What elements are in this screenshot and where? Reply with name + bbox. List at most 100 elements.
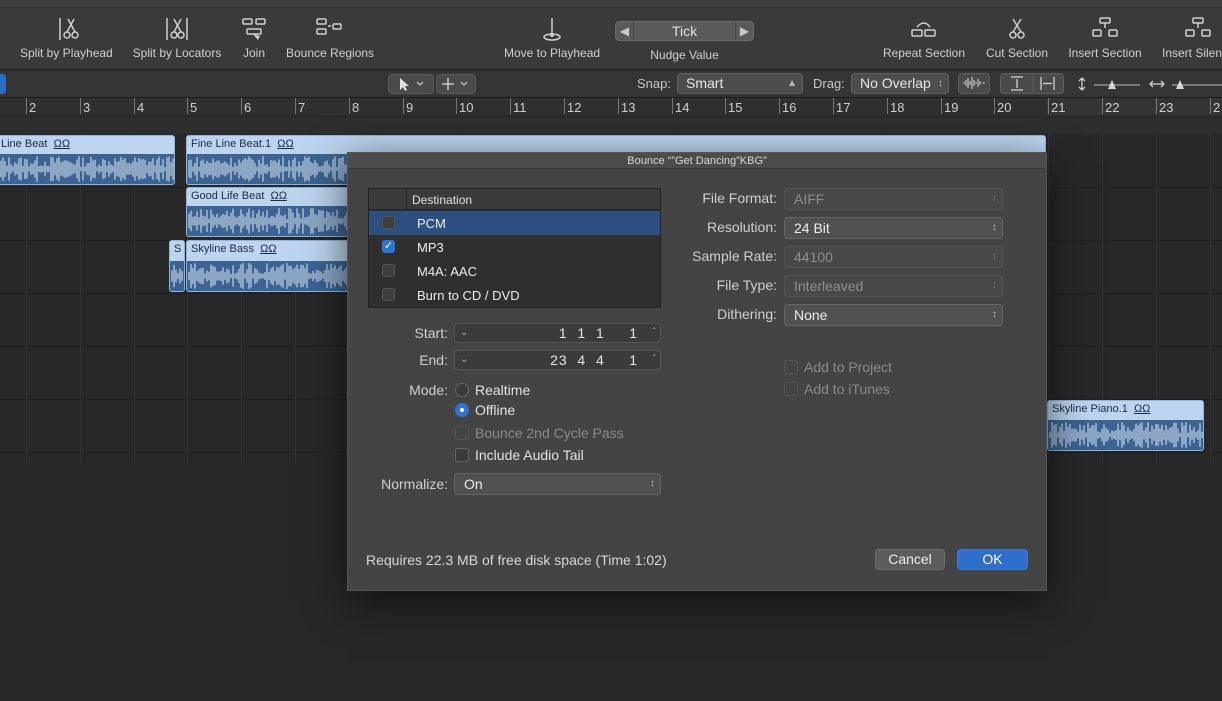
dithering-value: None	[794, 307, 828, 323]
destination-checkbox[interactable]	[382, 216, 395, 229]
chevron-up-icon[interactable]: ˆ	[653, 351, 656, 369]
zoom-fit-buttons[interactable]	[1000, 73, 1064, 94]
sample-rate-popup[interactable]: 44100 ↕	[784, 246, 1003, 268]
include-audio-tail-checkbox[interactable]	[455, 448, 469, 462]
destination-checkbox[interactable]	[382, 264, 395, 277]
destination-table: Destination PCM ✓ MP3 M4A: AAC Burn to C…	[368, 188, 661, 308]
destination-row-m4a[interactable]: M4A: AAC	[369, 259, 660, 283]
start-value: 1 1 1 1	[558, 325, 638, 341]
add-to-itunes-checkbox[interactable]	[784, 382, 798, 396]
region-good-life-beat[interactable]: Good Life Beat ΩΩ	[186, 187, 366, 237]
ruler-tick	[295, 98, 296, 114]
insert-section-icon	[1092, 17, 1118, 37]
ruler-tick	[80, 98, 81, 114]
drag-popup[interactable]: No Overlap ↕	[851, 73, 949, 94]
edit-bar-blue-tab[interactable]	[0, 74, 6, 94]
region-waveform	[1048, 420, 1203, 450]
move-to-playhead-icon	[542, 18, 561, 41]
add-to-project-checkbox[interactable]	[784, 360, 798, 374]
end-value: 23 4 4 1	[550, 352, 638, 368]
ok-button[interactable]: OK	[957, 549, 1028, 570]
file-type-value: Interleaved	[794, 278, 864, 294]
insert-section-button[interactable]: Insert Section	[1068, 16, 1142, 64]
cycle-area[interactable]	[1046, 98, 1222, 116]
normalize-popup[interactable]: On ↕	[454, 473, 661, 495]
nudge-value-label: Nudge Value	[650, 48, 719, 62]
waveform-zoom-button[interactable]	[958, 73, 990, 94]
cut-section-button[interactable]: Cut Section	[985, 16, 1049, 64]
toolbar-top-strip	[0, 0, 1222, 8]
bounce-2nd-cycle-checkbox[interactable]	[455, 426, 469, 440]
ruler-tick	[26, 98, 27, 114]
split-by-playhead-button[interactable]: Split by Playhead	[20, 16, 113, 64]
ruler-bar-number: 19	[944, 100, 959, 115]
region-s[interactable]: S	[169, 240, 185, 292]
mode-offline-label: Offline	[475, 402, 516, 418]
join-button[interactable]: Join	[239, 16, 269, 64]
ruler-tick	[510, 98, 511, 114]
region-name: S	[174, 243, 182, 255]
destination-checkbox[interactable]: ✓	[382, 240, 395, 253]
nudge-value: Tick	[671, 23, 698, 39]
region-name: Skyline Piano.1 ΩΩ	[1052, 403, 1151, 415]
ruler-tick	[564, 98, 565, 114]
nudge-value-stepper[interactable]: ◀ Tick ▶	[615, 21, 754, 41]
file-type-popup[interactable]: Interleaved ↕	[784, 275, 1003, 297]
start-field[interactable]: ⌄ 1 1 1 1 ˆ	[454, 323, 661, 343]
destination-row-mp3[interactable]: ✓ MP3	[369, 235, 660, 259]
disk-space-info: Requires 22.3 MB of free disk space (Tim…	[366, 552, 667, 568]
resolution-popup[interactable]: 24 Bit ↕	[784, 217, 1003, 239]
toolbar: Split by Playhead Split by Locators Join	[0, 0, 1222, 70]
repeat-section-icon	[911, 22, 936, 37]
end-label: End:	[419, 352, 448, 368]
pointer-tool-icon	[400, 78, 424, 91]
chevron-up-icon[interactable]: ˆ	[653, 324, 656, 342]
dithering-popup[interactable]: None ↕	[784, 304, 1003, 326]
nudge-left-arrow[interactable]: ◀	[616, 22, 634, 40]
repeat-section-button[interactable]: Repeat Section	[882, 16, 966, 64]
ruler-bar-number: 4	[137, 100, 145, 115]
edit-bar: Snap: Smart ▲ Drag: No Overlap ↕	[0, 70, 1222, 98]
destination-label: Burn to CD / DVD	[417, 288, 520, 303]
destination-checkbox[interactable]	[382, 288, 395, 301]
mode-realtime-label: Realtime	[475, 382, 531, 398]
region-waveform	[187, 261, 365, 291]
ruler-bar-number: 17	[836, 100, 851, 115]
sample-rate-label: Sample Rate:	[692, 248, 777, 264]
region-skyline-bass[interactable]: Skyline Bass ΩΩ	[186, 240, 366, 292]
file-format-popup[interactable]: AIFF ↕	[784, 188, 1003, 210]
mode-offline-radio[interactable]	[455, 403, 469, 417]
ruler-lower-strip[interactable]	[0, 116, 1222, 134]
insert-silence-button[interactable]: Insert Silen	[1162, 16, 1222, 64]
split-by-locators-button[interactable]: Split by Locators	[132, 16, 222, 64]
destination-label: PCM	[417, 216, 446, 231]
bounce-regions-button[interactable]: Bounce Regions	[286, 16, 374, 64]
ruler-tick	[134, 98, 135, 114]
mode-realtime-radio[interactable]	[455, 383, 469, 397]
chevron-down-icon[interactable]: ⌄	[460, 351, 468, 369]
region-line-beat[interactable]: Line Beat ΩΩ	[0, 135, 175, 185]
up-down-chevron-icon: ▲	[787, 78, 797, 89]
up-down-chevron-icon: ↕	[650, 478, 655, 489]
left-click-tool-menu[interactable]	[388, 74, 434, 94]
end-field[interactable]: ⌄ 23 4 4 1 ˆ	[454, 350, 661, 370]
destination-row-burn[interactable]: Burn to CD / DVD	[369, 283, 660, 307]
move-to-playhead-button[interactable]: Move to Playhead	[504, 16, 600, 64]
repeat-section-label: Repeat Section	[882, 46, 966, 60]
zoom-sliders[interactable]	[1072, 75, 1222, 93]
resolution-label: Resolution:	[706, 219, 777, 235]
ruler-bar-number: 2	[29, 100, 37, 115]
file-type-label: File Type:	[716, 277, 777, 293]
chevron-down-icon[interactable]: ⌄	[460, 324, 468, 342]
snap-popup[interactable]: Smart ▲	[677, 73, 803, 94]
cancel-button[interactable]: Cancel	[875, 549, 945, 570]
nudge-right-arrow[interactable]: ▶	[735, 22, 753, 40]
timeline-ruler[interactable]: 2 3 4 5 6 7 8 9 10 11 12 13 14 15 16 17 18 19 20 21 22 23 2	[0, 98, 1222, 134]
cut-section-icon	[1009, 18, 1025, 39]
ruler-tick	[403, 98, 404, 114]
destination-row-pcm[interactable]: PCM	[369, 211, 660, 235]
ruler-bar-number: 5	[190, 100, 198, 115]
grid-line	[1210, 134, 1211, 464]
region-skyline-piano-1[interactable]: Skyline Piano.1 ΩΩ	[1047, 400, 1204, 451]
right-click-tool-menu[interactable]	[436, 74, 476, 94]
